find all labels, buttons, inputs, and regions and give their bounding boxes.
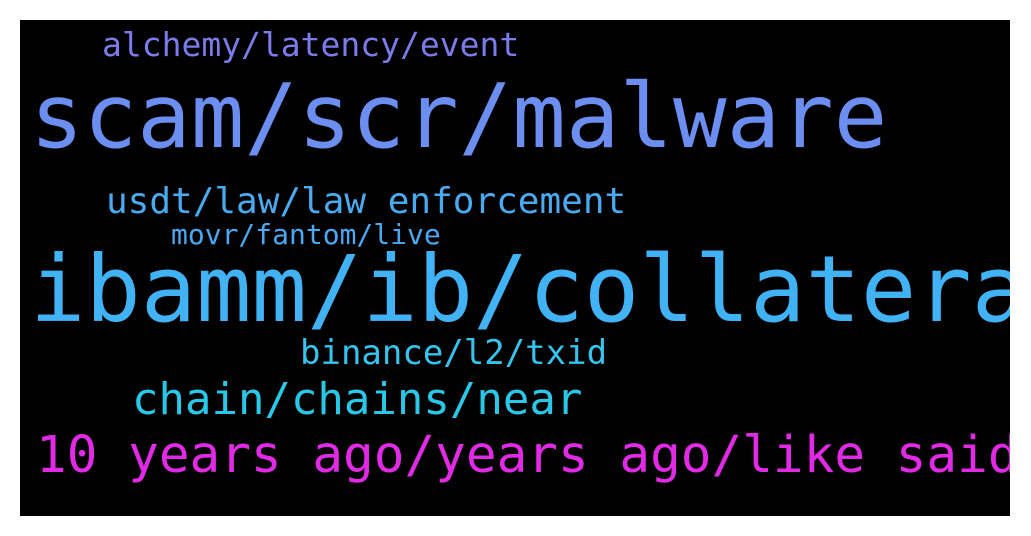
word-10-years-ago: 10 years ago/years ago/like said bbox=[36, 426, 1010, 485]
word-cloud: alchemy/latency/event scam/scr/malware u… bbox=[20, 20, 1010, 516]
word-scam-scr-malware: scam/scr/malware bbox=[30, 64, 888, 168]
word-ibamm-ib-collateral: ibamm/ib/collateral bbox=[30, 236, 1010, 343]
word-binance-l2-txid: binance/l2/txid bbox=[300, 333, 608, 373]
word-chain-chains-near: chain/chains/near bbox=[132, 374, 583, 425]
word-usdt-law-law-enforcement: usdt/law/law enforcement bbox=[106, 181, 627, 222]
word-alchemy-latency-event: alchemy/latency/event bbox=[102, 25, 520, 64]
